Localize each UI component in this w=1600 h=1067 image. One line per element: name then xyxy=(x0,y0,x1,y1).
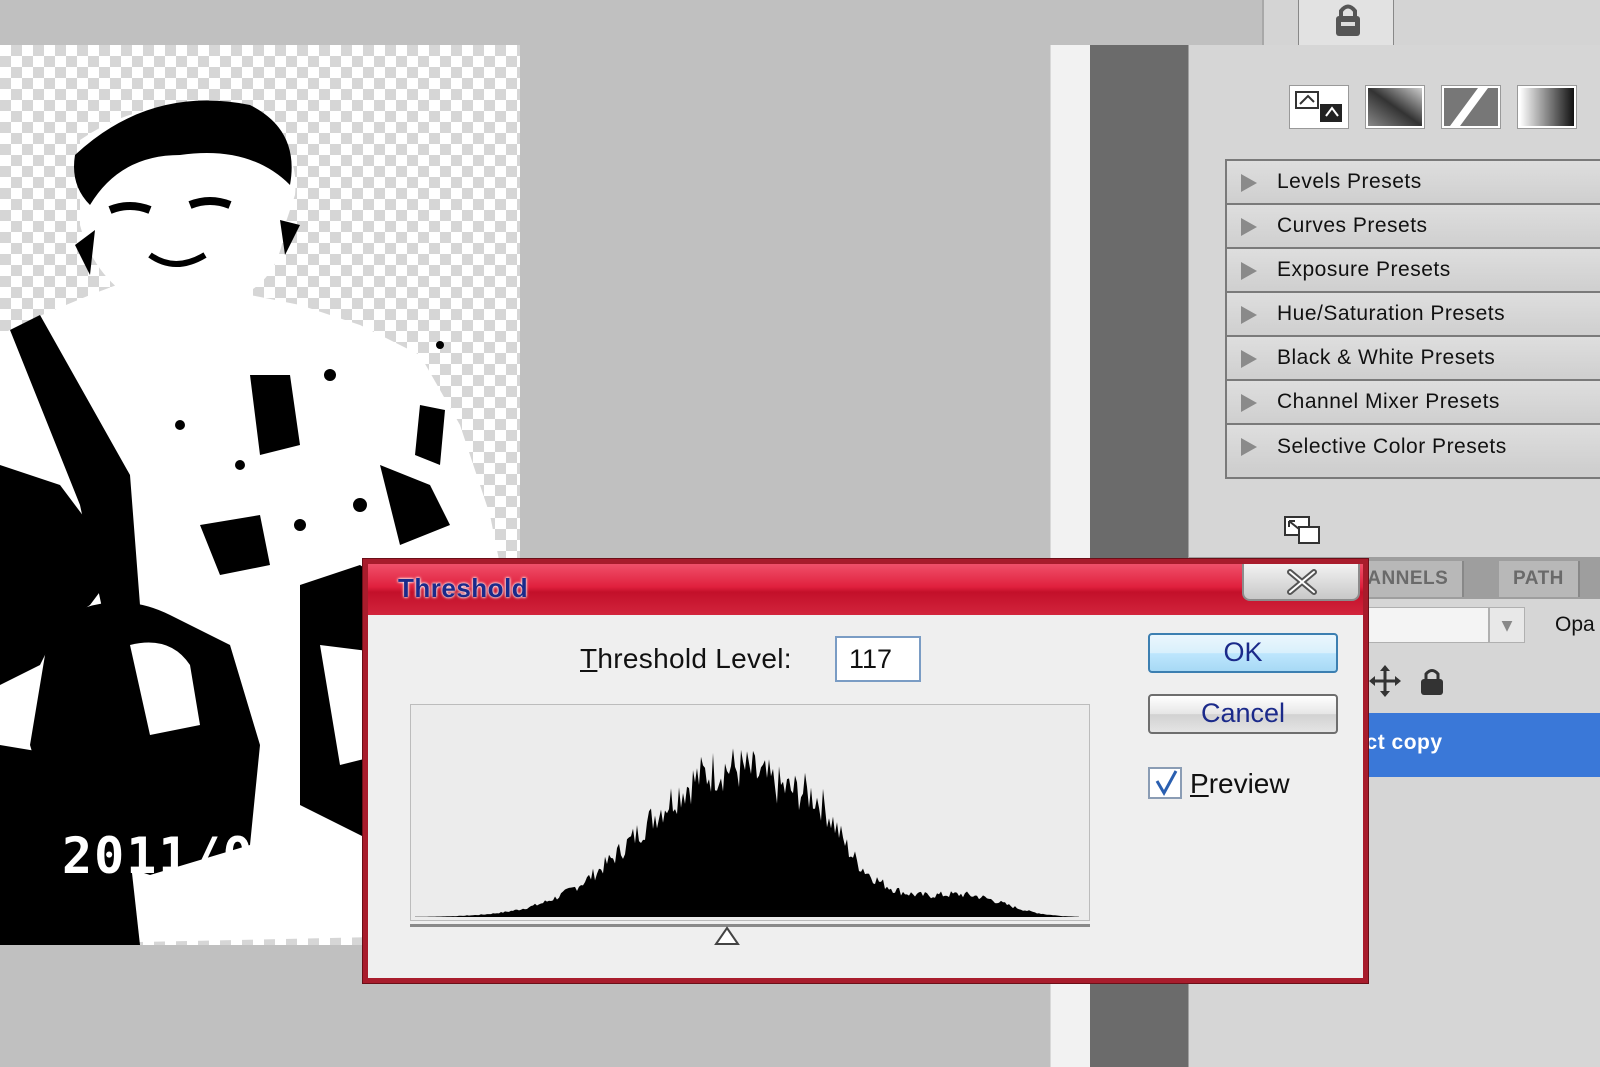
tab-paths[interactable]: PATH xyxy=(1499,561,1580,597)
threshold-label-mnemonic: T xyxy=(580,643,598,674)
expand-arrow-icon[interactable] xyxy=(1241,306,1257,324)
histogram-shape xyxy=(415,748,1079,917)
preview-label[interactable]: Preview xyxy=(1190,768,1290,800)
opacity-label: Opa xyxy=(1555,613,1595,636)
expand-arrow-icon[interactable] xyxy=(1241,218,1257,236)
threshold-slider-thumb[interactable] xyxy=(713,926,741,948)
adjustment-mask-icon[interactable] xyxy=(1289,85,1349,129)
gradient-linear-icon[interactable] xyxy=(1517,85,1577,129)
move-icon xyxy=(1369,665,1401,697)
preset-label: Levels Presets xyxy=(1277,170,1422,193)
preset-hue-saturation[interactable]: Hue/Saturation Presets xyxy=(1227,293,1600,337)
threshold-label-text: hreshold Level: xyxy=(597,643,792,674)
preview-checkbox[interactable] xyxy=(1148,767,1182,799)
adjustment-presets-list: Levels Presets Curves Presets Exposure P… xyxy=(1225,159,1600,479)
ok-button[interactable]: OK xyxy=(1148,633,1338,673)
preset-label: Black & White Presets xyxy=(1277,346,1496,369)
preset-levels[interactable]: Levels Presets xyxy=(1227,161,1600,205)
layer-lock-tools xyxy=(1369,665,1443,697)
dialog-title: Threshold xyxy=(398,573,529,603)
expand-arrow-icon[interactable] xyxy=(1241,350,1257,368)
return-to-list-icon[interactable] xyxy=(1283,515,1323,547)
gradient-angle-icon[interactable] xyxy=(1365,85,1425,129)
preset-label: Channel Mixer Presets xyxy=(1277,390,1500,413)
photo-date-stamp: 2011/0E xyxy=(62,827,287,885)
adjustments-panel: Levels Presets Curves Presets Exposure P… xyxy=(1188,45,1600,557)
threshold-dialog: Threshold Threshold Level: 117 OK Cancel… xyxy=(363,559,1368,983)
preset-label: Hue/Saturation Presets xyxy=(1277,302,1506,325)
preset-selective-color[interactable]: Selective Color Presets xyxy=(1227,425,1600,469)
threshold-level-input[interactable]: 117 xyxy=(835,636,921,682)
preset-curves[interactable]: Curves Presets xyxy=(1227,205,1600,249)
preset-label: Selective Color Presets xyxy=(1277,435,1507,458)
preset-black-white[interactable]: Black & White Presets xyxy=(1227,337,1600,381)
preset-channel-mixer[interactable]: Channel Mixer Presets xyxy=(1227,381,1600,425)
threshold-level-label: Threshold Level: xyxy=(580,643,792,675)
threshold-slider-track[interactable] xyxy=(410,924,1090,927)
cancel-button[interactable]: Cancel xyxy=(1148,694,1338,734)
histogram-graph xyxy=(415,748,1079,917)
close-icon[interactable] xyxy=(1284,568,1320,596)
checkmark-icon xyxy=(1155,770,1178,797)
preset-label: Curves Presets xyxy=(1277,214,1428,237)
preview-label-mnemonic: P xyxy=(1190,768,1209,799)
dialog-title-bar[interactable]: Threshold xyxy=(368,564,1363,615)
lock-icon xyxy=(1421,669,1443,695)
expand-arrow-icon[interactable] xyxy=(1241,394,1257,412)
expand-arrow-icon[interactable] xyxy=(1241,262,1257,280)
preview-label-text: review xyxy=(1208,768,1290,799)
lock-icon[interactable] xyxy=(1330,2,1366,38)
layer-row-selected[interactable]: ject copy xyxy=(1339,713,1600,777)
chevron-down-icon[interactable]: ▼ xyxy=(1489,607,1525,643)
histogram xyxy=(410,704,1090,921)
preset-label: Exposure Presets xyxy=(1277,258,1451,281)
diagonal-icon[interactable] xyxy=(1441,85,1501,129)
expand-arrow-icon[interactable] xyxy=(1241,174,1257,192)
expand-arrow-icon[interactable] xyxy=(1241,438,1257,456)
preset-exposure[interactable]: Exposure Presets xyxy=(1227,249,1600,293)
close-button[interactable] xyxy=(1242,564,1360,601)
